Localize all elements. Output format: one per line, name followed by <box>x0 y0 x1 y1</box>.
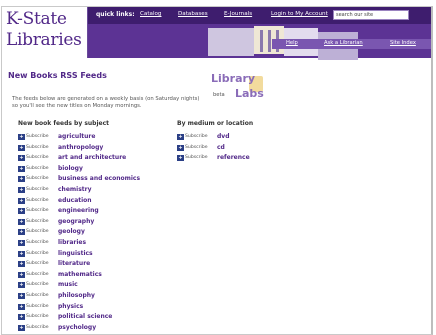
rss-subscribe-icon[interactable]: + <box>18 208 25 215</box>
subscribe-link[interactable]: Subscribe <box>26 145 49 150</box>
subject-feed-link[interactable]: philosophy <box>58 292 95 299</box>
rss-subscribe-icon[interactable]: + <box>18 229 25 236</box>
rss-subscribe-icon[interactable]: + <box>18 271 25 278</box>
subscribe-link[interactable]: Subscribe <box>26 166 49 171</box>
subscribe-link[interactable]: Subscribe <box>26 229 49 234</box>
quick-link-catalog[interactable]: Catalog <box>140 11 161 17</box>
brand-line1: K-State <box>6 9 67 29</box>
subscribe-link[interactable]: Subscribe <box>26 187 49 192</box>
subscribe-link[interactable]: Subscribe <box>185 145 208 150</box>
rss-subscribe-icon[interactable]: + <box>18 165 25 172</box>
logo-word-labs: Labs <box>235 87 264 100</box>
rss-subscribe-icon[interactable]: + <box>18 314 25 321</box>
subject-feed-link[interactable]: agriculture <box>58 133 95 140</box>
building-photo <box>208 28 254 56</box>
subject-heading: New book feeds by subject <box>18 120 110 127</box>
subject-feed-link[interactable]: literature <box>58 260 90 267</box>
intro-line2: so you'll see the new titles on Monday m… <box>12 103 142 109</box>
medium-feed-link[interactable]: cd <box>217 144 225 151</box>
subscribe-link[interactable]: Subscribe <box>26 208 49 213</box>
rss-subscribe-icon[interactable]: + <box>18 144 25 151</box>
nav-help[interactable]: Help <box>286 40 298 46</box>
rss-subscribe-icon[interactable]: + <box>18 261 25 268</box>
rss-subscribe-icon[interactable]: + <box>18 218 25 225</box>
subscribe-link[interactable]: Subscribe <box>185 155 208 160</box>
rss-subscribe-icon[interactable]: + <box>18 187 25 193</box>
rss-subscribe-icon[interactable]: + <box>177 134 184 140</box>
nav-ask-librarian[interactable]: Ask a Librarian <box>324 40 363 46</box>
site-search-input[interactable]: search our site <box>333 10 409 20</box>
subscribe-link[interactable]: Subscribe <box>26 251 49 256</box>
intro-line1: The feeds below are generated on a weekl… <box>12 96 200 102</box>
subject-feed-link[interactable]: mathematics <box>58 271 102 278</box>
subject-feed-link[interactable]: geography <box>58 218 94 225</box>
subscribe-link[interactable]: Subscribe <box>26 293 49 298</box>
quick-link-ejournals[interactable]: E-Journals <box>224 11 252 17</box>
subscribe-link[interactable]: Subscribe <box>26 240 49 245</box>
subscribe-link[interactable]: Subscribe <box>26 282 49 287</box>
rss-subscribe-icon[interactable]: + <box>177 155 184 162</box>
library-labs-logo: Library beta Labs <box>211 70 271 106</box>
rss-subscribe-icon[interactable]: + <box>18 250 25 257</box>
site-header: K-State Libraries quick links: Catalog D… <box>2 7 431 60</box>
subject-feed-link[interactable]: biology <box>58 165 83 172</box>
subscribe-link[interactable]: Subscribe <box>26 198 49 203</box>
kstate-libraries-logo[interactable]: K-State Libraries <box>2 7 88 58</box>
subject-feed-link[interactable]: chemistry <box>58 186 92 193</box>
rss-subscribe-icon[interactable]: + <box>18 240 25 246</box>
subject-feed-link[interactable]: education <box>58 197 92 204</box>
logo-beta: beta <box>213 92 225 98</box>
rss-subscribe-icon[interactable]: + <box>18 303 25 310</box>
quick-link-databases[interactable]: Databases <box>178 11 208 17</box>
rss-subscribe-icon[interactable]: + <box>18 176 25 183</box>
rss-subscribe-icon[interactable]: + <box>18 155 25 162</box>
subscribe-link[interactable]: Subscribe <box>26 219 49 224</box>
subject-feed-link[interactable]: linguistics <box>58 250 93 257</box>
subscribe-link[interactable]: Subscribe <box>26 134 49 139</box>
subject-feed-link[interactable]: geology <box>58 228 85 235</box>
subject-feed-link[interactable]: business and economics <box>58 175 140 182</box>
subscribe-link[interactable]: Subscribe <box>26 272 49 277</box>
brand-line2: Libraries <box>6 30 82 50</box>
subscribe-link[interactable]: Subscribe <box>26 155 49 160</box>
subscribe-link[interactable]: Subscribe <box>26 325 49 330</box>
quick-link-login[interactable]: Login to My Account <box>271 11 328 17</box>
rss-subscribe-icon[interactable]: + <box>177 144 184 151</box>
subject-feed-link[interactable]: libraries <box>58 239 86 246</box>
subscribe-link[interactable]: Subscribe <box>26 261 49 266</box>
nav-site-index[interactable]: Site Index <box>390 40 416 46</box>
rss-subscribe-icon[interactable]: + <box>18 293 25 299</box>
rss-subscribe-icon[interactable]: + <box>18 324 25 331</box>
subject-feed-link[interactable]: music <box>58 281 78 288</box>
rss-subscribe-icon[interactable]: + <box>18 197 25 204</box>
rss-subscribe-icon[interactable]: + <box>18 282 25 289</box>
medium-heading: By medium or location <box>177 120 254 127</box>
browser-viewport: K-State Libraries quick links: Catalog D… <box>0 0 436 335</box>
rss-subscribe-icon[interactable]: + <box>18 134 25 140</box>
medium-feed-link[interactable]: dvd <box>217 133 230 140</box>
page-title: New Books RSS Feeds <box>8 71 107 80</box>
quick-links-label: quick links: <box>96 11 135 18</box>
subject-feed-link[interactable]: psychology <box>58 324 96 331</box>
subject-feed-link[interactable]: physics <box>58 303 83 310</box>
subject-feed-link[interactable]: anthropology <box>58 144 103 151</box>
header-nav: Help Ask a Librarian Site Index <box>272 39 431 49</box>
building-column <box>260 30 263 52</box>
logo-word-library: Library <box>211 72 256 85</box>
subscribe-link[interactable]: Subscribe <box>26 314 49 319</box>
subject-feed-link[interactable]: engineering <box>58 207 99 214</box>
quick-links-bar: quick links: Catalog Databases E-Journal… <box>88 7 431 24</box>
library-page: K-State Libraries quick links: Catalog D… <box>1 6 433 335</box>
building-column <box>268 30 271 52</box>
subscribe-link[interactable]: Subscribe <box>26 304 49 309</box>
subject-feed-link[interactable]: art and architecture <box>58 154 126 161</box>
subscribe-link[interactable]: Subscribe <box>26 176 49 181</box>
subscribe-link[interactable]: Subscribe <box>185 134 208 139</box>
medium-feed-link[interactable]: reference <box>217 154 250 161</box>
subject-feed-link[interactable]: political science <box>58 313 112 320</box>
